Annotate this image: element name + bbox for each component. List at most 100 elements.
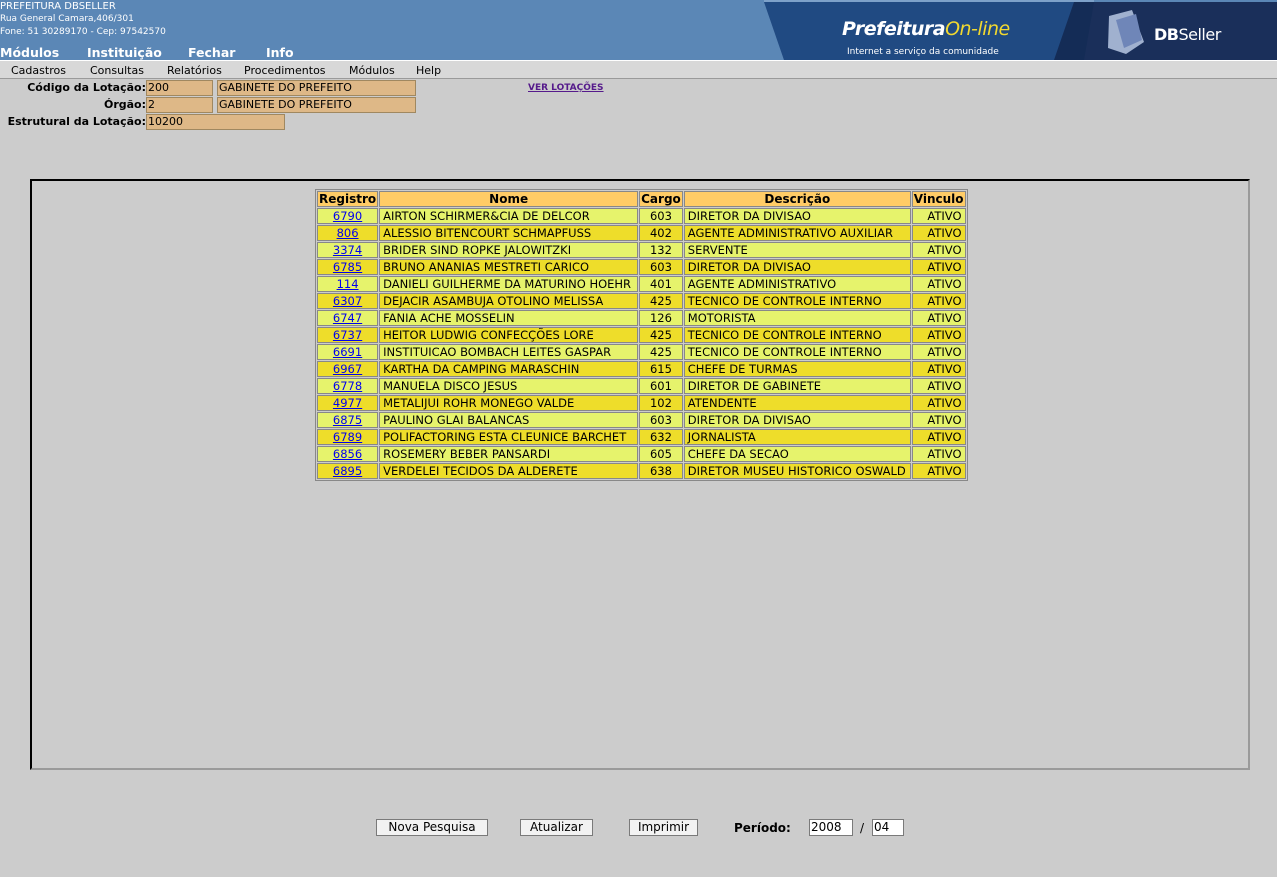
banner-subtitle: Internet a serviço da comunidade [847, 47, 999, 57]
periodo-mes-input[interactable]: 04 [872, 819, 904, 836]
cell-nome: VERDELEI TECIDOS DA ALDERETE [379, 463, 639, 479]
cell-descricao: ATENDENTE [683, 395, 911, 411]
registro-link[interactable]: 6967 [333, 362, 362, 376]
cell-registro: 6875 [317, 412, 379, 428]
table-row: 6778 MANUELA DISCO JESUS 601 DIRETOR DE GAB… [317, 378, 966, 394]
registro-link[interactable]: 6856 [333, 447, 362, 461]
cell-descricao: SERVENTE [683, 242, 911, 258]
cell-registro: 6967 [317, 361, 379, 377]
cell-vinculo: ATIVO [911, 446, 966, 462]
nav-modulos[interactable]: Módulos [0, 45, 59, 60]
cell-registro: 6737 [317, 327, 379, 343]
cell-cargo: 632 [639, 429, 683, 445]
cell-vinculo: ATIVO [911, 225, 966, 241]
orgao-desc-field[interactable]: GABINETE DO PREFEITO [217, 97, 416, 113]
cell-registro: 6856 [317, 446, 379, 462]
cell-descricao: MOTORISTA [683, 310, 911, 326]
cell-registro: 3374 [317, 242, 379, 258]
nav-info[interactable]: Info [266, 45, 294, 60]
col-descricao: Descrição [683, 191, 911, 207]
cell-nome: KARTHA DA CAMPING MARASCHIN [379, 361, 639, 377]
cell-cargo: 425 [639, 293, 683, 309]
registro-link[interactable]: 6778 [333, 379, 362, 393]
cell-descricao: CHEFE DE TURMAS [683, 361, 911, 377]
cell-descricao: DIRETOR DA DIVISAO [683, 412, 911, 428]
cell-vinculo: ATIVO [911, 242, 966, 258]
cell-nome: METALIJUI ROHR MONEGO VALDE [379, 395, 639, 411]
registro-link[interactable]: 6737 [333, 328, 362, 342]
table-row: 4977 METALIJUI ROHR MONEGO VALDE 102 ATENDE… [317, 395, 966, 411]
cell-descricao: TECNICO DE CONTROLE INTERNO [683, 327, 911, 343]
registro-link[interactable]: 6747 [333, 311, 362, 325]
cell-cargo: 425 [639, 327, 683, 343]
cell-cargo: 638 [639, 463, 683, 479]
cell-nome: POLIFACTORING ESTA CLEUNICE BARCHET [379, 429, 639, 445]
cell-registro: 6307 [317, 293, 379, 309]
periodo-ano-input[interactable]: 2008 [809, 819, 853, 836]
table-row: 806 ALESSIO BITENCOURT SCHMAPFUSS 402 AGENT… [317, 225, 966, 241]
imprimir-button[interactable]: Imprimir [629, 819, 698, 836]
menu-consultas[interactable]: Consultas [90, 64, 144, 77]
registro-link[interactable]: 6895 [333, 464, 362, 478]
cell-descricao: TECNICO DE CONTROLE INTERNO [683, 344, 911, 360]
cell-cargo: 615 [639, 361, 683, 377]
atualizar-button[interactable]: Atualizar [520, 819, 593, 836]
cell-descricao: DIRETOR DA DIVISAO [683, 259, 911, 275]
cell-vinculo: ATIVO [911, 463, 966, 479]
cell-descricao: JORNALISTA [683, 429, 911, 445]
cell-vinculo: ATIVO [911, 412, 966, 428]
registro-link[interactable]: 6691 [333, 345, 362, 359]
cell-vinculo: ATIVO [911, 259, 966, 275]
cell-registro: 4977 [317, 395, 379, 411]
estrutural-lotacao-field[interactable]: 10200 [146, 114, 285, 130]
cell-nome: DEJACIR ASAMBUJA OTOLINO MELISSA [379, 293, 639, 309]
orgao-field[interactable]: 2 [146, 97, 213, 113]
cell-cargo: 601 [639, 378, 683, 394]
registro-link[interactable]: 6875 [333, 413, 362, 427]
codigo-lotacao-label: Código da Lotação: [27, 81, 146, 94]
cell-descricao: AGENTE ADMINISTRATIVO [683, 276, 911, 292]
cell-cargo: 425 [639, 344, 683, 360]
registro-link[interactable]: 6789 [333, 430, 362, 444]
codigo-lotacao-field[interactable]: 200 [146, 80, 213, 96]
cell-cargo: 132 [639, 242, 683, 258]
org-phone: Fone: 51 30289170 - Cep: 97542570 [0, 27, 166, 37]
registro-link[interactable]: 806 [337, 226, 359, 240]
registro-link[interactable]: 6790 [333, 209, 362, 223]
ver-lotacoes-link[interactable]: VER LOTAÇÕES [528, 83, 604, 93]
cell-nome: MANUELA DISCO JESUS [379, 378, 639, 394]
cell-descricao: CHEFE DA SECAO [683, 446, 911, 462]
cell-cargo: 401 [639, 276, 683, 292]
menu-relatorios[interactable]: Relatórios [167, 64, 222, 77]
registro-link[interactable]: 114 [337, 277, 359, 291]
cell-registro: 806 [317, 225, 379, 241]
cell-descricao: DIRETOR MUSEU HISTORICO OSWALD [683, 463, 911, 479]
cell-registro: 6790 [317, 208, 379, 224]
menu-help[interactable]: Help [416, 64, 441, 77]
table-row: 6875 PAULINO GLAI BALANCAS 603 DIRETOR DA D… [317, 412, 966, 428]
estrutural-lotacao-label: Estrutural da Lotação: [7, 115, 146, 128]
registro-link[interactable]: 6785 [333, 260, 362, 274]
nova-pesquisa-button[interactable]: Nova Pesquisa [376, 819, 488, 836]
registro-link[interactable]: 3374 [333, 243, 362, 257]
cell-vinculo: ATIVO [911, 361, 966, 377]
cell-cargo: 603 [639, 208, 683, 224]
cell-vinculo: ATIVO [911, 293, 966, 309]
servidores-table: Registro Nome Cargo Descrição Vinculo 67… [315, 189, 968, 481]
table-row: 6747 FANIA ACHE MOSSELIN 126 MOTORISTA ATIVO [317, 310, 966, 326]
prefeitura-online-banner: PrefeituraOn-line Internet a serviço da … [764, 2, 1277, 60]
cell-vinculo: ATIVO [911, 310, 966, 326]
menu-procedimentos[interactable]: Procedimentos [244, 64, 326, 77]
menu-modulos[interactable]: Módulos [349, 64, 395, 77]
cell-vinculo: ATIVO [911, 429, 966, 445]
nav-instituicao[interactable]: Instituição [87, 45, 162, 60]
cell-descricao: DIRETOR DA DIVISAO [683, 208, 911, 224]
org-name: PREFEITURA DBSELLER [0, 1, 116, 12]
cell-registro: 6785 [317, 259, 379, 275]
registro-link[interactable]: 4977 [333, 396, 362, 410]
table-row: 6691 INSTITUICAO BOMBACH LEITES GASPAR 425… [317, 344, 966, 360]
nav-fechar[interactable]: Fechar [188, 45, 235, 60]
registro-link[interactable]: 6307 [333, 294, 362, 308]
menu-cadastros[interactable]: Cadastros [11, 64, 66, 77]
codigo-lotacao-desc-field[interactable]: GABINETE DO PREFEITO [217, 80, 416, 96]
